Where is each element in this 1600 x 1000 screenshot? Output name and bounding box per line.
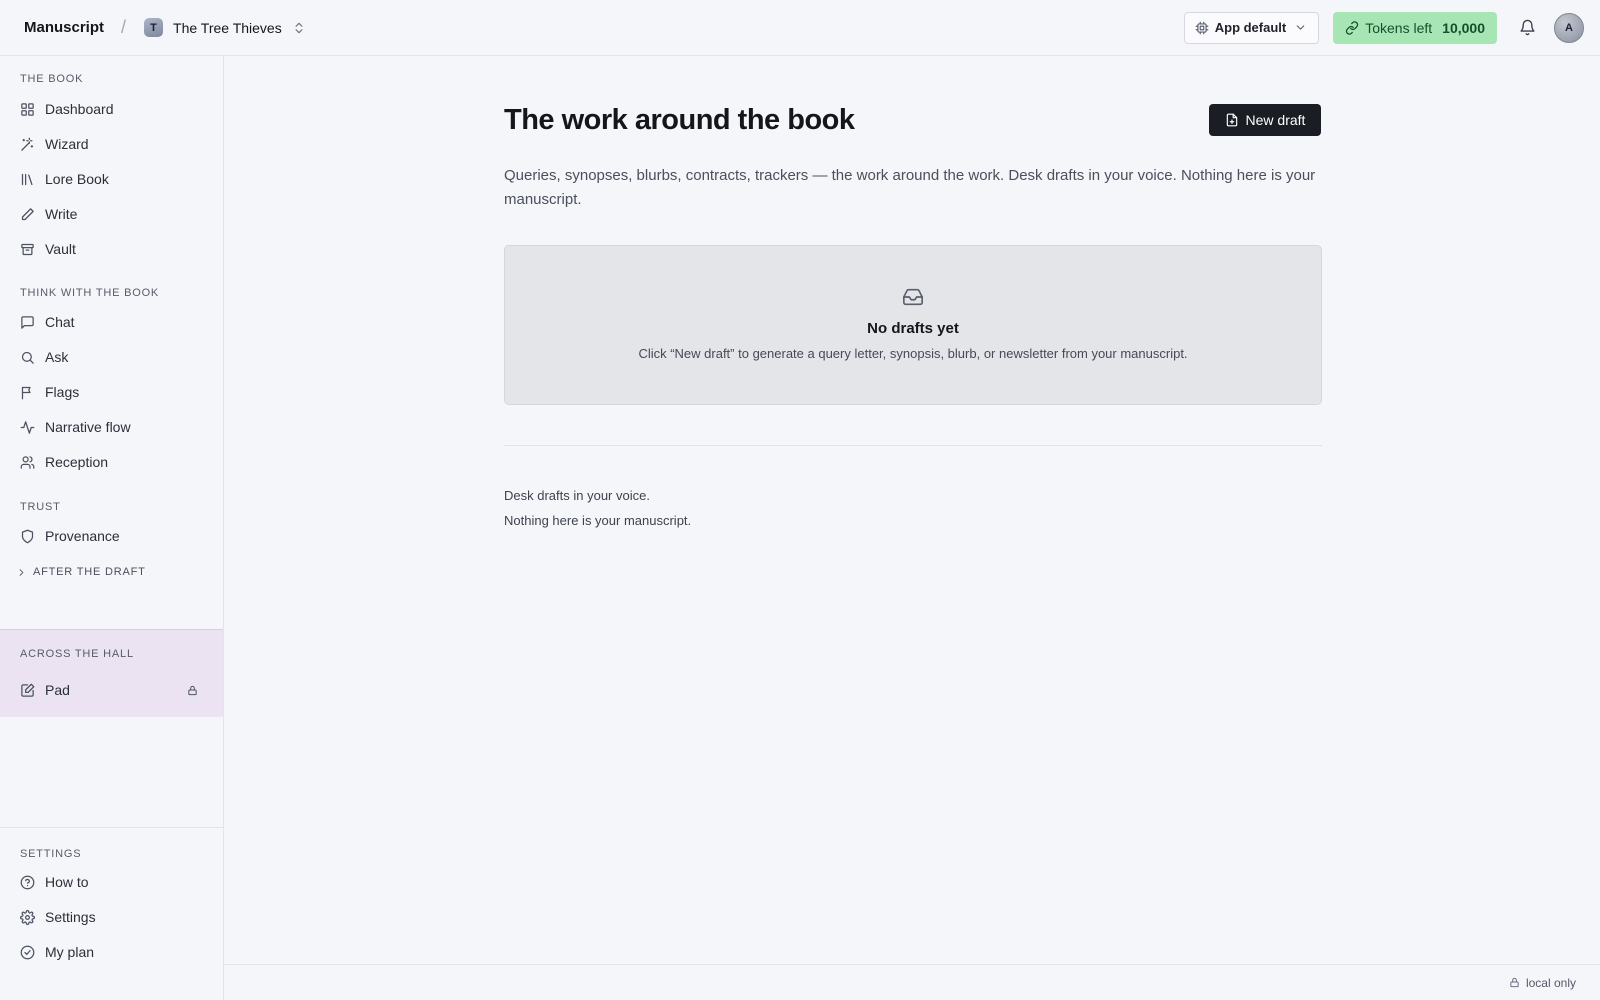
- sidebar-item-label: Narrative flow: [45, 419, 131, 435]
- sidebar-item-label: Write: [45, 206, 78, 222]
- sidebar-item-settings[interactable]: Settings: [8, 901, 216, 933]
- empty-state: No drafts yet Click “New draft” to gener…: [504, 245, 1322, 405]
- sidebar-item-label: Wizard: [45, 136, 89, 152]
- section-label-trust: TRUST: [20, 501, 61, 513]
- grid-icon: [20, 102, 35, 117]
- help-circle-icon: [20, 875, 35, 890]
- sidebar-item-reception[interactable]: Reception: [8, 446, 216, 478]
- sidebar-item-lore-book[interactable]: Lore Book: [8, 163, 216, 195]
- gear-icon: [20, 909, 35, 925]
- chevron-right-icon: [16, 567, 27, 578]
- breadcrumb-separator: /: [121, 17, 127, 37]
- search-icon: [20, 350, 35, 365]
- sidebar-item-label: Settings: [45, 909, 96, 925]
- sidebar-item-label: How to: [45, 874, 89, 890]
- user-avatar[interactable]: A: [1554, 12, 1584, 43]
- content-divider: [504, 445, 1322, 446]
- empty-state-title: No drafts yet: [867, 320, 959, 337]
- sidebar-item-label: Pad: [45, 682, 70, 698]
- empty-state-subtitle: Click “New draft” to generate a query le…: [638, 346, 1188, 361]
- sidebar-item-my-plan[interactable]: My plan: [8, 936, 216, 968]
- sidebar-item-label: Dashboard: [45, 101, 114, 117]
- sidebar-item-label: Chat: [45, 314, 75, 330]
- model-select-value: App default: [1214, 20, 1287, 35]
- sidebar-item-write[interactable]: Write: [8, 198, 216, 230]
- pencil-icon: [20, 207, 35, 222]
- sidebar-item-ask[interactable]: Ask: [8, 341, 216, 373]
- section-label-settings: SETTINGS: [20, 848, 82, 860]
- magic-wand-icon: [20, 137, 35, 152]
- link-icon: [1345, 20, 1359, 35]
- archive-icon: [20, 242, 35, 257]
- bell-icon[interactable]: [1519, 19, 1536, 36]
- sidebar-item-label: Ask: [45, 349, 69, 365]
- project-avatar: T: [144, 18, 164, 37]
- section-label-the-book: THE BOOK: [20, 73, 84, 85]
- cpu-icon: [1195, 21, 1209, 35]
- chevron-up-down-icon: [292, 21, 306, 35]
- chat-bubble-icon: [20, 315, 35, 330]
- tokens-label: Tokens left: [1365, 19, 1433, 36]
- lock-icon: [187, 685, 198, 696]
- sidebar-item-label: Provenance: [45, 528, 120, 544]
- sidebar-item-wizard[interactable]: Wizard: [8, 128, 216, 160]
- library-icon: [20, 172, 35, 187]
- intro-text: Queries, synopses, blurbs, contracts, tr…: [504, 167, 1316, 208]
- sidebar-item-chat[interactable]: Chat: [8, 306, 216, 338]
- check-circle-icon: [20, 945, 35, 960]
- lock-icon: [1509, 977, 1520, 988]
- section-label-after-the-draft: AFTER THE DRAFT: [33, 566, 146, 578]
- inbox-icon: [902, 286, 924, 308]
- sidebar: THE BOOK Dashboard Wizard Lore Book Writ…: [0, 56, 224, 1000]
- new-draft-label: New draft: [1245, 112, 1306, 128]
- sidebar-item-label: Reception: [45, 454, 109, 470]
- file-plus-icon: [1225, 113, 1239, 127]
- tokens-badge[interactable]: Tokens left 10,000: [1333, 11, 1497, 44]
- sidebar-item-flags[interactable]: Flags: [8, 376, 216, 408]
- main-content: The work around the book New draft Queri…: [224, 56, 1600, 944]
- sidebar-item-narrative-flow[interactable]: Narrative flow: [8, 411, 216, 443]
- flag-icon: [20, 385, 35, 400]
- model-select[interactable]: App default: [1183, 11, 1320, 44]
- sidebar-item-provenance[interactable]: Provenance: [8, 520, 216, 552]
- sidebar-item-label: My plan: [45, 944, 95, 960]
- footer-line-1: Desk drafts in your voice.: [504, 488, 650, 503]
- shield-icon: [20, 529, 35, 544]
- project-switcher[interactable]: T The Tree Thieves: [144, 18, 306, 37]
- top-bar: Manuscript / T The Tree Thieves App defa…: [0, 0, 1600, 56]
- across-the-hall-panel: ACROSS THE HALL Pad: [0, 629, 223, 717]
- sidebar-item-label: Vault: [45, 241, 76, 257]
- section-label-think: THINK WITH THE BOOK: [20, 287, 160, 299]
- page-title: The work around the book: [504, 104, 855, 136]
- status-text: local only: [1525, 975, 1576, 990]
- new-draft-button[interactable]: New draft: [1209, 104, 1321, 136]
- sidebar-divider: [0, 827, 223, 828]
- tokens-value: 10,000: [1442, 19, 1485, 36]
- project-name: The Tree Thieves: [173, 19, 282, 36]
- status-bar: local only: [224, 964, 1600, 1000]
- notepad-edit-icon: [20, 683, 35, 698]
- sidebar-item-label: Flags: [45, 384, 80, 400]
- sidebar-item-pad[interactable]: Pad: [8, 674, 216, 706]
- sidebar-item-dashboard[interactable]: Dashboard: [8, 93, 216, 125]
- sidebar-item-how-to[interactable]: How to: [8, 866, 216, 898]
- footer-line-2: Nothing here is your manuscript.: [504, 513, 692, 528]
- activity-icon: [20, 420, 35, 435]
- users-icon: [20, 455, 35, 470]
- section-label-across-the-hall: ACROSS THE HALL: [20, 648, 134, 660]
- chevron-down-icon: [1294, 21, 1307, 34]
- section-toggle-after-the-draft[interactable]: AFTER THE DRAFT: [16, 566, 146, 578]
- sidebar-item-label: Lore Book: [45, 171, 109, 187]
- sidebar-item-vault[interactable]: Vault: [8, 233, 216, 265]
- app-brand[interactable]: Manuscript: [24, 19, 104, 36]
